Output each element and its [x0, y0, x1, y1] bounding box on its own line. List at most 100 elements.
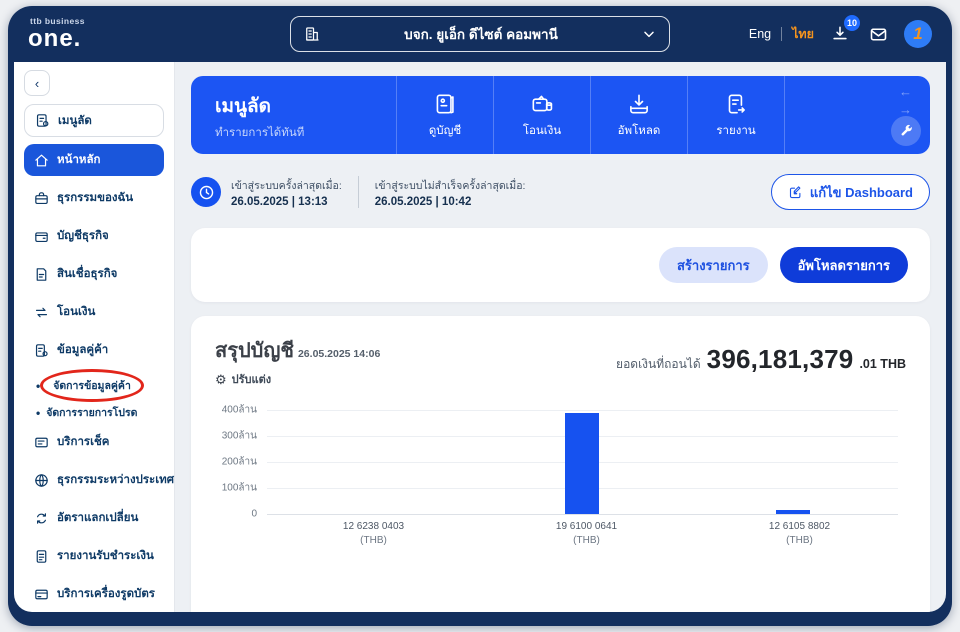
- exchange-rate-icon: [33, 510, 50, 527]
- quick-menu-banner: เมนูลัด ทำรายการได้ทันที ดูบัญชี โอนเงิน: [191, 76, 930, 154]
- y-tick: 300ล้าน: [222, 429, 257, 444]
- sidebar-item-payment-report[interactable]: รายงานรับชำระเงิน: [24, 540, 164, 572]
- sidebar-item-label: รายงานรับชำระเงิน: [57, 547, 154, 565]
- account-bar-2[interactable]: [565, 413, 599, 514]
- last-login-group: เข้าสู่ระบบครั้งล่าสุดเมื่อ: 26.05.2025 …: [231, 177, 342, 208]
- sidebar-item-label: ธุรกรรมของฉัน: [57, 189, 133, 207]
- top-header: ttb business one. บจก. ยูเอ็ก ดีไซต์ คอม…: [8, 6, 952, 62]
- profile-avatar[interactable]: 1: [904, 20, 932, 48]
- sidebar-item-label: สินเชื่อธุรกิจ: [57, 265, 117, 283]
- download-button[interactable]: 10: [828, 22, 852, 46]
- sidebar-item-label: บริการเครื่องรูดบัตร: [57, 585, 155, 603]
- sidebar-item-my-transactions[interactable]: ธุรกรรมของฉัน: [24, 182, 164, 214]
- withdrawable-balance: ยอดเงินที่ถอนได้ 396,181,379 .01 THB: [616, 344, 906, 375]
- quick-menu-subtitle: ทำรายการได้ทันที: [215, 124, 396, 142]
- carousel-right-arrow-icon[interactable]: →: [899, 102, 912, 117]
- payment-report-icon: [33, 548, 50, 565]
- main-content: เมนูลัด ทำรายการได้ทันที ดูบัญชี โอนเงิน: [175, 62, 946, 612]
- quick-action-report[interactable]: รายงาน: [687, 76, 784, 154]
- chart-y-axis: 400ล้าน 300ล้าน 200ล้าน 100ล้าน 0: [215, 410, 267, 514]
- envelope-icon: [868, 24, 889, 45]
- report-export-icon: [723, 91, 749, 117]
- company-selector[interactable]: บจก. ยูเอ็ก ดีไซต์ คอมพานี: [290, 16, 670, 52]
- sidebar-item-label: โอนเงิน: [57, 303, 95, 321]
- sidebar-item-label: บัญชีธุรกิจ: [57, 227, 109, 245]
- create-transaction-button[interactable]: สร้างรายการ: [659, 247, 768, 283]
- sidebar-subitem-manage-partner-data[interactable]: • จัดการข้อมูลคู่ค้า: [24, 372, 164, 399]
- sidebar-collapse-button[interactable]: ‹: [24, 70, 50, 96]
- account-bar-3[interactable]: [776, 510, 810, 514]
- last-failed-login-group: เข้าสู่ระบบไม่สำเร็จครั้งล่าสุดเมื่อ: 26…: [375, 177, 526, 208]
- customize-button[interactable]: ⚙ ปรับแต่ง: [215, 370, 380, 388]
- download-count-badge: 10: [844, 15, 860, 31]
- currency-label: (THB): [480, 535, 693, 546]
- balance-fraction: .01 THB: [859, 357, 906, 371]
- customize-label: ปรับแต่ง: [232, 370, 271, 388]
- collapse-chevron-icon: ‹: [35, 76, 39, 91]
- quick-action-view-account[interactable]: ดูบัญชี: [396, 76, 493, 154]
- x-axis-line: [267, 514, 898, 515]
- language-switcher: Eng ไทย: [749, 24, 814, 44]
- upload-tray-icon: [626, 91, 652, 117]
- last-failed-login-label: เข้าสู่ระบบไม่สำเร็จครั้งล่าสุดเมื่อ:: [375, 177, 526, 194]
- sidebar-item-card-machine[interactable]: บริการเครื่องรูดบัตร: [24, 578, 164, 610]
- quick-action-label: อัพโหลด: [618, 122, 661, 140]
- home-icon: [33, 152, 50, 169]
- quick-action-label: รายงาน: [716, 122, 755, 140]
- partner-data-icon: [33, 342, 50, 359]
- upload-transaction-button[interactable]: อัพโหลดรายการ: [780, 247, 908, 283]
- sidebar-item-home[interactable]: หน้าหลัก: [24, 144, 164, 176]
- account-summary-card: สรุปบัญชี 26.05.2025 14:06 ⚙ ปรับแต่ง ยอ…: [191, 316, 930, 612]
- x-category: 12 6238 0403 (THB): [267, 521, 480, 546]
- company-name: บจก. ยูเอ็ก ดีไซต์ คอมพานี: [321, 23, 641, 45]
- last-failed-login-value: 26.05.2025 | 10:42: [375, 196, 526, 208]
- sidebar-subitem-label: จัดการรายการโปรด: [46, 404, 137, 421]
- login-status-row: เข้าสู่ระบบครั้งล่าสุดเมื่อ: 26.05.2025 …: [191, 166, 930, 218]
- shortcut-menu-icon: [34, 112, 51, 129]
- bar-slot: [688, 410, 898, 514]
- sidebar-subitem-label: จัดการข้อมูลคู่ค้า: [53, 380, 131, 392]
- summary-timestamp: 26.05.2025 14:06: [298, 348, 380, 360]
- sidebar-item-label: บริการเช็ค: [57, 433, 110, 451]
- quick-menu-header: เมนูลัด ทำรายการได้ทันที: [191, 76, 396, 154]
- lang-thai[interactable]: ไทย: [792, 24, 814, 44]
- building-icon: [303, 25, 321, 43]
- lang-eng[interactable]: Eng: [749, 27, 771, 41]
- briefcase-icon: [33, 190, 50, 207]
- passbook-icon: [432, 91, 458, 117]
- x-category: 12 6105 8802 (THB): [693, 521, 906, 546]
- chevron-down-icon: [641, 26, 657, 42]
- sidebar-item-partner-data[interactable]: ข้อมูลคู่ค้า: [24, 334, 164, 366]
- sidebar-item-cheque-services[interactable]: บริการเช็ค: [24, 426, 164, 458]
- wrench-icon: [899, 124, 914, 139]
- edit-dashboard-button[interactable]: แก้ไข Dashboard: [771, 174, 930, 210]
- ttb-business-one-logo: ttb business one.: [28, 17, 85, 51]
- sidebar-item-transfer[interactable]: โอนเงิน: [24, 296, 164, 328]
- annotated-label-wrap: จัดการข้อมูลคู่ค้า: [46, 374, 138, 397]
- y-tick: 100ล้าน: [222, 481, 257, 496]
- transaction-actions-card: สร้างรายการ อัพโหลดรายการ: [191, 228, 930, 302]
- sidebar-subitem-manage-favorites[interactable]: • จัดการรายการโปรด: [24, 399, 164, 426]
- quick-action-transfer[interactable]: โอนเงิน: [493, 76, 590, 154]
- messages-button[interactable]: [866, 22, 890, 46]
- customize-menu-button[interactable]: [891, 116, 921, 146]
- sidebar-item-exchange-rates[interactable]: อัตราแลกเปลี่ยน: [24, 502, 164, 534]
- chart-plot-area: [267, 410, 898, 514]
- carousel-left-arrow-icon[interactable]: ←: [899, 84, 912, 99]
- globe-icon: [33, 472, 50, 489]
- sidebar-item-shortcut-menu[interactable]: เมนูลัด: [24, 104, 164, 137]
- quick-action-label: ดูบัญชี: [429, 122, 461, 140]
- lang-divider: [781, 27, 782, 41]
- gear-icon: ⚙: [215, 373, 227, 386]
- sidebar-item-business-accounts[interactable]: บัญชีธุรกิจ: [24, 220, 164, 252]
- currency-label: (THB): [693, 535, 906, 546]
- sidebar: ‹ เมนูลัด หน้าหลัก: [14, 62, 175, 612]
- wallet-coins-icon: [529, 91, 555, 117]
- chart-x-axis: 12 6238 0403 (THB) 19 6100 0641 (THB) 12…: [267, 521, 906, 546]
- quick-action-upload[interactable]: อัพโหลด: [590, 76, 687, 154]
- sidebar-item-business-loans[interactable]: สินเชื่อธุรกิจ: [24, 258, 164, 290]
- quick-menu-title: เมนูลัด: [215, 91, 396, 121]
- sidebar-item-international[interactable]: ธุรกรรมระหว่างประเทศ: [24, 464, 164, 496]
- loan-document-icon: [33, 266, 50, 283]
- transfer-icon: [33, 304, 50, 321]
